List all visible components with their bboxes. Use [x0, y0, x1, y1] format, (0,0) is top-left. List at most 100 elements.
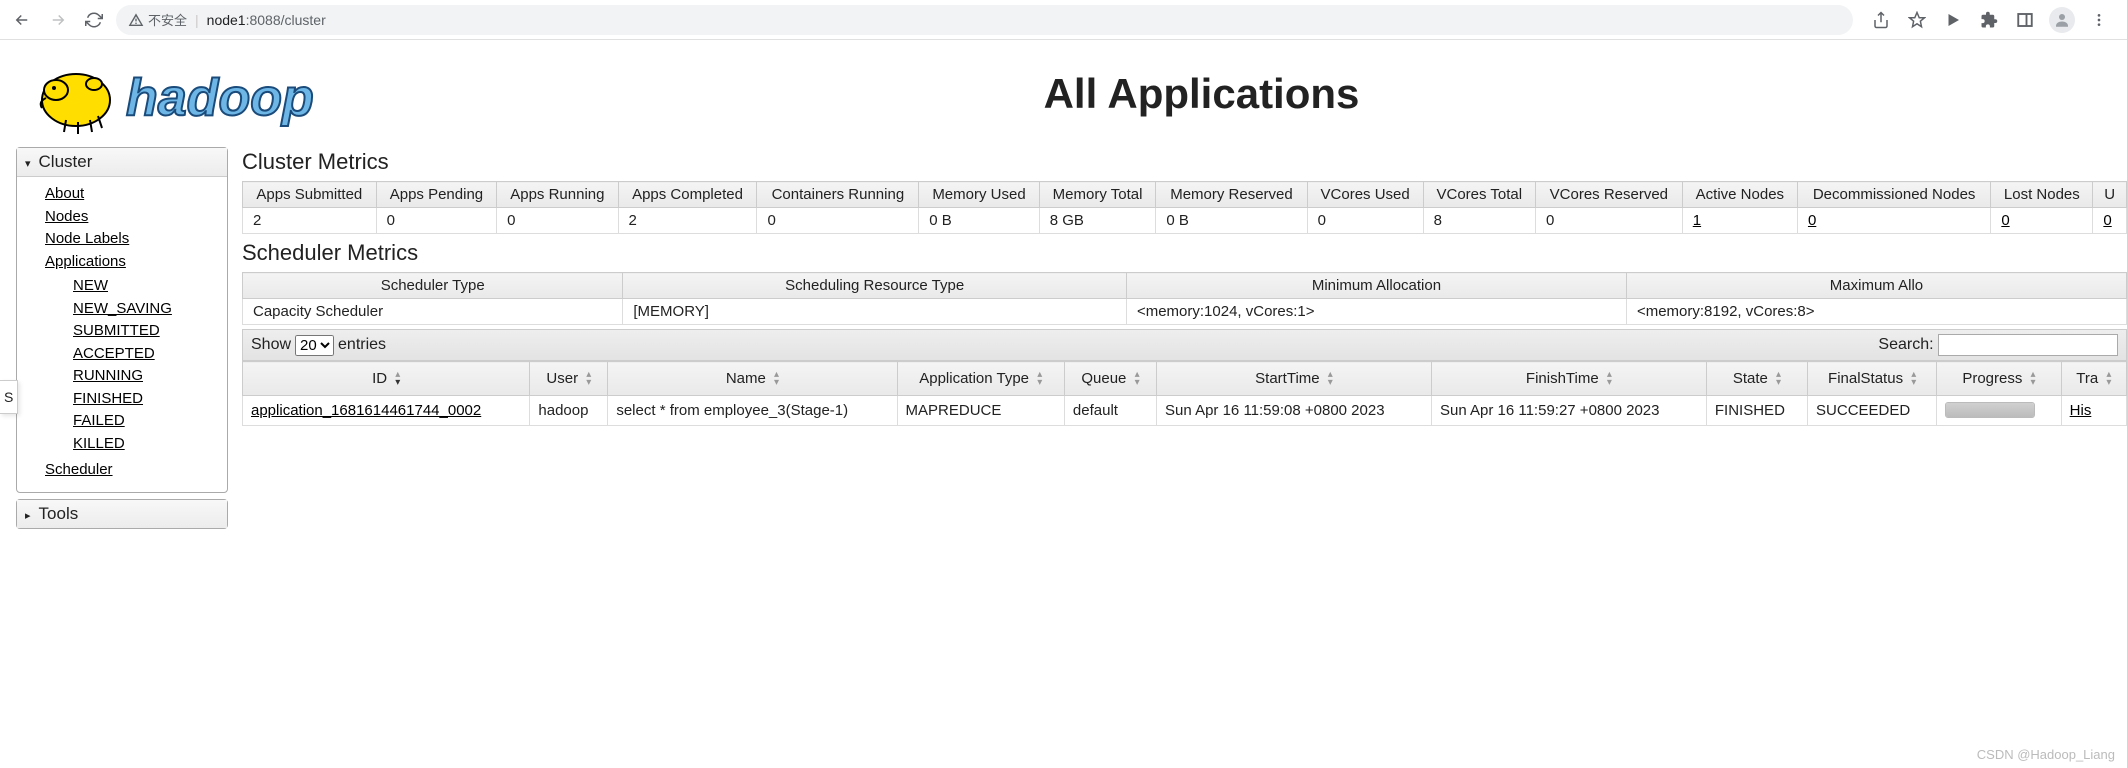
sidebar-link-state-failed[interactable]: FAILED — [73, 410, 227, 433]
sidebar-link-about[interactable]: About — [45, 183, 227, 206]
profile-avatar[interactable] — [2049, 7, 2075, 33]
cm-header: VCores Total — [1423, 182, 1535, 208]
cm-link[interactable]: 1 — [1693, 212, 1701, 229]
app-user: hadoop — [530, 396, 608, 426]
tab-stub: S — [0, 380, 18, 414]
app-final: SUCCEEDED — [1808, 396, 1937, 426]
sidebar-link-node-labels[interactable]: Node Labels — [45, 228, 227, 251]
scheduler-metrics-title: Scheduler Metrics — [242, 238, 2127, 272]
app-finish: Sun Apr 16 11:59:27 +0800 2023 — [1431, 396, 1706, 426]
cm-cell: 0 — [1991, 208, 2093, 234]
extensions-icon[interactable] — [1977, 8, 2001, 32]
back-button[interactable] — [8, 6, 36, 34]
app-track: His — [2061, 396, 2126, 426]
sidebar-link-state-accepted[interactable]: ACCEPTED — [73, 343, 227, 366]
cm-header: Memory Reserved — [1156, 182, 1307, 208]
apps-header[interactable]: Application Type ▴▾ — [897, 362, 1064, 396]
address-bar[interactable]: 不安全 | node1:8088/cluster — [116, 5, 1853, 35]
hadoop-logo: hadoop — [16, 44, 376, 143]
cm-header: Containers Running — [757, 182, 919, 208]
sidebar-link-applications[interactable]: Applications — [45, 251, 227, 274]
cluster-metrics-title: Cluster Metrics — [242, 147, 2127, 181]
url-text: node1:8088/cluster — [207, 12, 326, 28]
share-icon[interactable] — [1869, 8, 1893, 32]
progress-bar — [1945, 402, 2035, 418]
cm-cell: 8 GB — [1039, 208, 1156, 234]
app-queue: default — [1064, 396, 1156, 426]
app-id: application_1681614461744_0002 — [243, 396, 530, 426]
svg-text:hadoop: hadoop — [126, 69, 314, 127]
cm-header: Memory Used — [919, 182, 1039, 208]
warning-icon — [128, 12, 144, 28]
sidebar-link-state-running[interactable]: RUNNING — [73, 365, 227, 388]
bookmark-icon[interactable] — [1905, 8, 1929, 32]
apps-header[interactable]: Name ▴▾ — [608, 362, 897, 396]
sidebar-link-state-finished[interactable]: FINISHED — [73, 388, 227, 411]
cm-cell: 2 — [243, 208, 377, 234]
sidebar-link-state-submitted[interactable]: SUBMITTED — [73, 320, 227, 343]
cm-header: Decommissioned Nodes — [1797, 182, 1990, 208]
cm-header: Lost Nodes — [1991, 182, 2093, 208]
cluster-metrics-table: Apps SubmittedApps PendingApps RunningAp… — [242, 181, 2127, 234]
apps-header[interactable]: FinishTime ▴▾ — [1431, 362, 1706, 396]
app-progress — [1937, 396, 2061, 426]
cm-link[interactable]: 0 — [2001, 212, 2009, 229]
cm-header: U — [2093, 182, 2127, 208]
cm-link[interactable]: 0 — [1808, 212, 1816, 229]
play-icon[interactable] — [1941, 8, 1965, 32]
search-input[interactable] — [1938, 334, 2118, 356]
cm-header: Apps Pending — [376, 182, 497, 208]
sidebar-link-nodes[interactable]: Nodes — [45, 206, 227, 229]
browser-actions — [1861, 7, 2119, 33]
apps-header[interactable]: StartTime ▴▾ — [1157, 362, 1432, 396]
cm-cell: 0 — [2093, 208, 2127, 234]
apps-header[interactable]: ID ▴▾ — [243, 362, 530, 396]
apps-header[interactable]: Queue ▴▾ — [1064, 362, 1156, 396]
cm-cell: 0 — [1307, 208, 1423, 234]
insecure-label: 不安全 — [148, 10, 187, 29]
reload-button[interactable] — [80, 6, 108, 34]
sm-header: Scheduler Type — [243, 273, 623, 299]
security-indicator: 不安全 — [128, 10, 187, 29]
sidebar-cluster-header[interactable]: Cluster — [17, 148, 227, 177]
sidebar: Cluster About Nodes Node Labels Applicat… — [16, 147, 228, 535]
sidebar-link-scheduler[interactable]: Scheduler — [45, 459, 227, 482]
sidebar-link-state-new_saving[interactable]: NEW_SAVING — [73, 298, 227, 321]
cm-header: VCores Used — [1307, 182, 1423, 208]
cm-cell: 1 — [1682, 208, 1797, 234]
apps-header[interactable]: FinalStatus ▴▾ — [1808, 362, 1937, 396]
sm-header: Maximum Allo — [1626, 273, 2126, 299]
sidebar-link-state-new[interactable]: NEW — [73, 275, 227, 298]
app-id-link[interactable]: application_1681614461744_0002 — [251, 402, 481, 419]
cm-header: Active Nodes — [1682, 182, 1797, 208]
sm-cell: <memory:1024, vCores:1> — [1126, 299, 1626, 325]
scheduler-metrics-table: Scheduler TypeScheduling Resource TypeMi… — [242, 272, 2127, 325]
cm-cell: 0 B — [1156, 208, 1307, 234]
cm-link[interactable]: 0 — [2103, 212, 2111, 229]
cm-cell: 0 B — [919, 208, 1039, 234]
entries-label: entries — [338, 336, 386, 354]
cm-header: Apps Completed — [618, 182, 757, 208]
page-size-select[interactable]: 20 — [295, 335, 334, 356]
sidebar-tools-header[interactable]: Tools — [17, 500, 227, 528]
cm-cell: 0 — [497, 208, 618, 234]
search-label: Search: — [1878, 336, 1933, 354]
cm-cell: 0 — [376, 208, 497, 234]
app-track-link[interactable]: His — [2070, 402, 2092, 419]
forward-button[interactable] — [44, 6, 72, 34]
browser-toolbar: 不安全 | node1:8088/cluster — [0, 0, 2127, 40]
apps-header[interactable]: User ▴▾ — [530, 362, 608, 396]
app-name: select * from employee_3(Stage-1) — [608, 396, 897, 426]
apps-header[interactable]: Tra ▴▾ — [2061, 362, 2126, 396]
apps-header[interactable]: State ▴▾ — [1706, 362, 1807, 396]
apps-header[interactable]: Progress ▴▾ — [1937, 362, 2061, 396]
cm-header: VCores Reserved — [1535, 182, 1682, 208]
app-start: Sun Apr 16 11:59:08 +0800 2023 — [1157, 396, 1432, 426]
app-type: MAPREDUCE — [897, 396, 1064, 426]
datatable-toolbar: Show 20 entries Search: — [242, 329, 2127, 361]
menu-icon[interactable] — [2087, 8, 2111, 32]
cm-cell: 2 — [618, 208, 757, 234]
sidebar-link-state-killed[interactable]: KILLED — [73, 433, 227, 456]
table-row: application_1681614461744_0002 hadoopsele… — [243, 396, 2127, 426]
side-panel-icon[interactable] — [2013, 8, 2037, 32]
